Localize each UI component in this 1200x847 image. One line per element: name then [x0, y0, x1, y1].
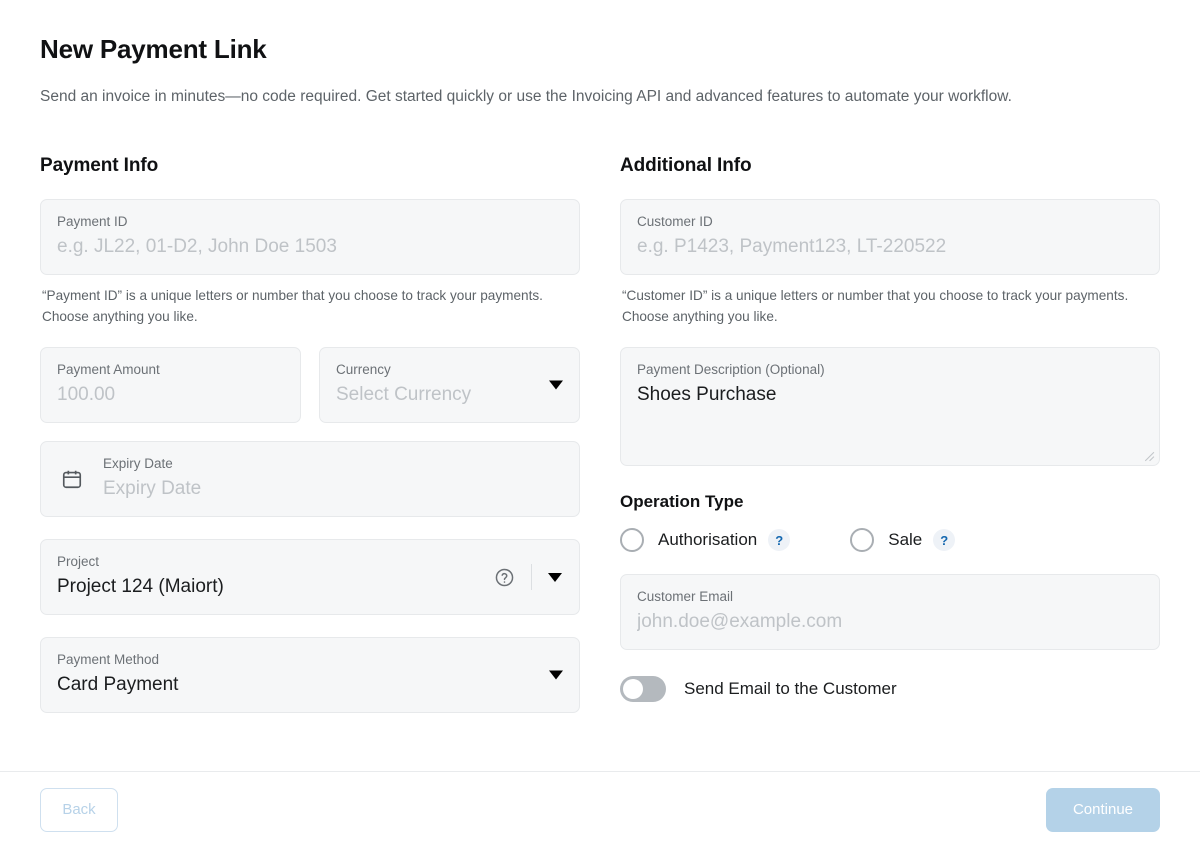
- send-email-toggle-label: Send Email to the Customer: [684, 679, 897, 698]
- customer-email-label: Customer Email: [637, 589, 734, 604]
- customer-id-input[interactable]: e.g. P1423, Payment123, LT-220522: [637, 234, 1143, 260]
- additional-info-column: Additional Info Customer ID e.g. P1423, …: [620, 155, 1160, 713]
- payment-description-field[interactable]: Payment Description (Optional) Shoes Pur…: [620, 347, 1160, 466]
- chevron-down-icon: [549, 670, 563, 680]
- radio-option-sale[interactable]: Sale ?: [850, 528, 956, 552]
- payment-amount-label: Payment Amount: [57, 362, 160, 377]
- operation-type-heading: Operation Type: [620, 492, 744, 511]
- project-value: Project 124 (Maiort): [57, 576, 224, 597]
- radio-circle-icon[interactable]: [850, 528, 875, 552]
- footer-bar: Back Continue: [0, 771, 1200, 847]
- currency-value: Select Currency: [336, 384, 472, 405]
- expiry-date-label: Expiry Date: [103, 456, 173, 471]
- help-badge-icon[interactable]: ?: [768, 529, 791, 551]
- payment-id-input[interactable]: e.g. JL22, 01-D2, John Doe 1503: [57, 234, 563, 260]
- customer-id-field[interactable]: Customer ID e.g. P1423, Payment123, LT-2…: [620, 199, 1160, 275]
- chevron-down-icon[interactable]: [548, 572, 562, 582]
- payment-id-label: Payment ID: [57, 214, 128, 229]
- expiry-date-field[interactable]: Expiry Date Expiry Date: [40, 441, 580, 517]
- expiry-date-input[interactable]: Expiry Date: [103, 476, 563, 502]
- customer-email-field[interactable]: Customer Email john.doe@example.com: [620, 574, 1160, 650]
- currency-label: Currency: [336, 362, 391, 377]
- payment-id-helper: “Payment ID” is a unique letters or numb…: [42, 288, 543, 324]
- currency-select[interactable]: Currency Select Currency: [319, 347, 580, 423]
- project-trailing-controls: [494, 564, 565, 590]
- additional-info-heading: Additional Info: [620, 155, 752, 176]
- toggle-knob: [623, 679, 643, 699]
- radio-label-authorisation: Authorisation: [658, 530, 758, 549]
- payment-description-label: Payment Description (Optional): [637, 362, 825, 377]
- customer-id-label: Customer ID: [637, 214, 713, 229]
- continue-button[interactable]: Continue: [1046, 787, 1160, 832]
- back-button[interactable]: Back: [40, 787, 118, 832]
- page-title: New Payment Link: [40, 34, 267, 64]
- payment-method-label: Payment Method: [57, 652, 160, 667]
- payment-description-input[interactable]: Shoes Purchase: [637, 382, 1143, 408]
- send-email-toggle-row[interactable]: Send Email to the Customer: [620, 676, 1160, 702]
- radio-option-authorisation[interactable]: Authorisation ?: [620, 528, 791, 552]
- calendar-icon: [61, 468, 83, 490]
- page-subtitle: Send an invoice in minutes—no code requi…: [40, 88, 1012, 105]
- project-select[interactable]: Project Project 124 (Maiort): [40, 539, 580, 615]
- customer-email-input[interactable]: john.doe@example.com: [637, 609, 1143, 635]
- page-container: New Payment Link Send an invoice in minu…: [0, 0, 1200, 713]
- customer-id-helper: “Customer ID” is a unique letters or num…: [622, 288, 1129, 324]
- amount-currency-row: Payment Amount 100.00 Currency Select Cu…: [40, 347, 580, 423]
- resize-handle-icon[interactable]: [1142, 449, 1155, 462]
- payment-info-column: Payment Info Payment ID e.g. JL22, 01-D2…: [40, 155, 580, 713]
- form-columns: Payment Info Payment ID e.g. JL22, 01-D2…: [40, 155, 1160, 713]
- operation-type-radio-group: Authorisation ? Sale ?: [620, 528, 1160, 552]
- payment-amount-field[interactable]: Payment Amount 100.00: [40, 347, 301, 423]
- payment-amount-input[interactable]: 100.00: [57, 382, 284, 408]
- project-label: Project: [57, 554, 100, 569]
- help-badge-icon[interactable]: ?: [933, 529, 956, 551]
- radio-label-sale: Sale: [888, 530, 923, 549]
- send-email-toggle[interactable]: [620, 676, 666, 702]
- payment-method-select[interactable]: Payment Method Card Payment: [40, 637, 580, 713]
- payment-method-value: Card Payment: [57, 674, 179, 695]
- chevron-down-icon: [549, 380, 563, 390]
- radio-circle-icon[interactable]: [620, 528, 644, 552]
- divider: [531, 564, 532, 590]
- payment-info-heading: Payment Info: [40, 155, 159, 176]
- question-circle-icon[interactable]: [494, 567, 515, 588]
- payment-id-field[interactable]: Payment ID e.g. JL22, 01-D2, John Doe 15…: [40, 199, 580, 275]
